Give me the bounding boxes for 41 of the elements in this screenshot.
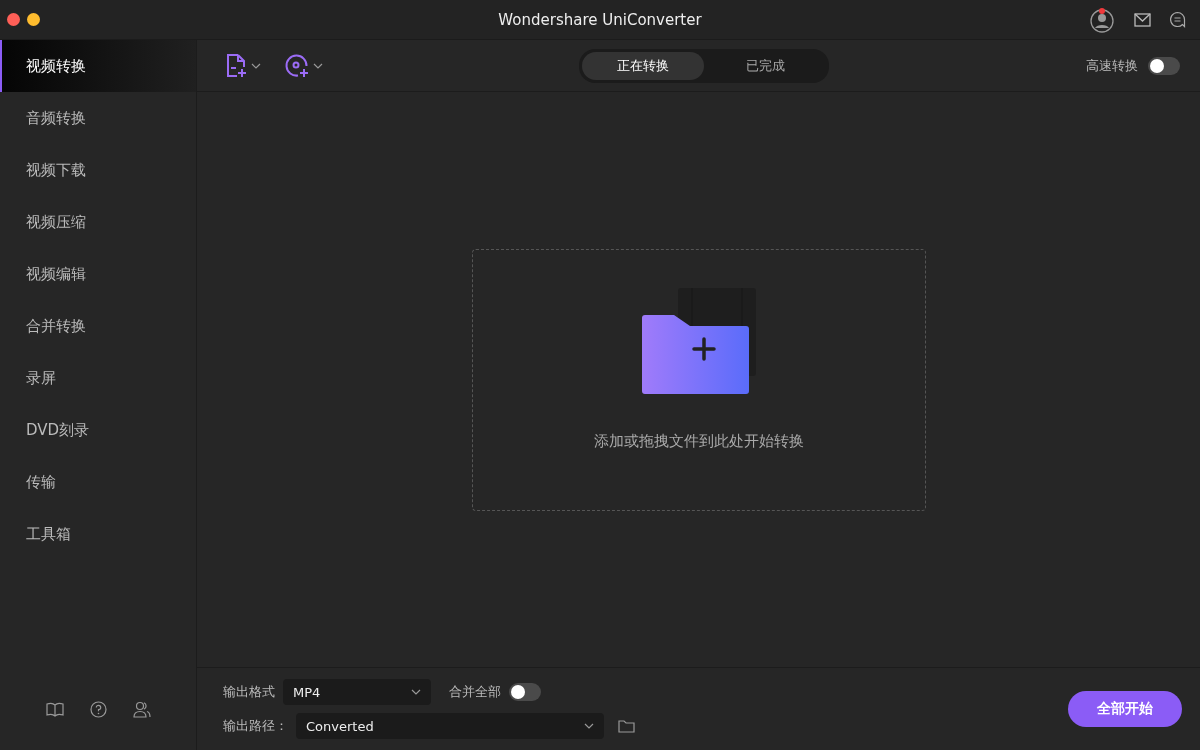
start-all-button[interactable]: 全部开始 bbox=[1068, 691, 1182, 727]
sidebar-item[interactable]: 视频编辑 bbox=[0, 248, 196, 300]
chevron-icon bbox=[411, 689, 421, 695]
file-plus-icon bbox=[225, 53, 247, 78]
sidebar-item[interactable]: DVD刻录 bbox=[0, 404, 196, 456]
book-icon[interactable] bbox=[45, 701, 64, 717]
drop-zone[interactable]: 添加或拖拽文件到此处开始转换 bbox=[471, 248, 926, 511]
sidebar-item[interactable]: 视频转换 bbox=[0, 40, 196, 92]
chevron-icon bbox=[584, 723, 594, 729]
sidebar-item[interactable]: 合并转换 bbox=[0, 300, 196, 352]
sidebar-item[interactable]: 音频转换 bbox=[0, 92, 196, 144]
output-path-label: 输出路径： bbox=[223, 717, 288, 735]
tab[interactable]: 已完成 bbox=[704, 51, 826, 80]
window-title: Wondershare UniConverter bbox=[498, 10, 702, 29]
format-dropdown[interactable]: MP4 bbox=[283, 679, 431, 705]
sidebar-item[interactable]: 视频下载 bbox=[0, 144, 196, 196]
disc-plus-icon bbox=[285, 53, 309, 78]
drop-hint: 添加或拖拽文件到此处开始转换 bbox=[593, 431, 804, 451]
minimize-button[interactable] bbox=[27, 13, 40, 26]
merge-all-label: 合并全部 bbox=[449, 683, 501, 701]
mail-icon[interactable] bbox=[1134, 12, 1151, 27]
add-file-button[interactable] bbox=[225, 53, 261, 78]
output-format-label: 输出格式 bbox=[223, 683, 275, 701]
add-disc-button[interactable] bbox=[285, 53, 323, 78]
users-icon[interactable] bbox=[132, 700, 151, 718]
sidebar-item[interactable]: 工具箱 bbox=[0, 508, 196, 560]
chevron-icon bbox=[313, 62, 323, 69]
path-dropdown[interactable]: Converted bbox=[296, 713, 604, 739]
sidebar-item[interactable]: 传输 bbox=[0, 456, 196, 508]
folder-plus-icon bbox=[639, 287, 758, 394]
close-button[interactable] bbox=[7, 13, 20, 26]
sidebar-item[interactable]: 视频压缩 bbox=[0, 196, 196, 248]
help-icon[interactable] bbox=[89, 700, 107, 718]
sidebar-item[interactable]: 录屏 bbox=[0, 352, 196, 404]
chat-icon[interactable] bbox=[1169, 11, 1186, 28]
high-speed-switch[interactable] bbox=[1148, 56, 1180, 75]
tab[interactable]: 正在转换 bbox=[582, 51, 704, 80]
merge-all-switch[interactable] bbox=[509, 683, 541, 701]
high-speed-label: 高速转换 bbox=[1086, 56, 1138, 75]
folder-icon[interactable] bbox=[618, 719, 635, 733]
chevron-icon bbox=[251, 62, 261, 69]
